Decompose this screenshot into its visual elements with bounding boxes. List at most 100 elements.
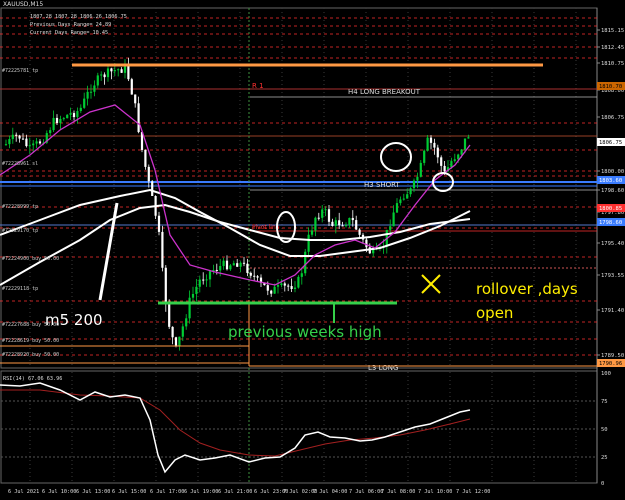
time-label: 6 Jul 15:00 <box>112 489 146 495</box>
candle-body <box>467 137 470 139</box>
candle-body <box>287 285 290 287</box>
candle-body <box>239 262 242 267</box>
candle-body <box>297 276 300 288</box>
candle-body <box>93 85 96 92</box>
trade-label: #72228999 tp <box>2 204 38 210</box>
candle-body <box>389 226 392 230</box>
candle-body <box>433 142 436 148</box>
candle-body <box>460 149 463 155</box>
l3-long-label: L3 LONG <box>368 364 398 372</box>
candle-body <box>304 251 307 274</box>
candle-body <box>208 271 212 280</box>
candle-body <box>174 337 178 346</box>
trade-label: #72224900 buy 50.00 <box>2 256 59 262</box>
candle-body <box>300 273 303 277</box>
candle-body <box>334 220 337 226</box>
candle-body <box>130 79 133 95</box>
time-label: 6 Jul 13:00 <box>76 489 110 495</box>
rollover-label-line1: rollover ,days <box>476 280 578 298</box>
indicator-axis: 100 75 50 25 0 <box>601 371 611 487</box>
candle-body <box>344 225 348 227</box>
candle-body <box>256 276 259 278</box>
candle-body <box>457 154 460 160</box>
candle-body <box>399 199 402 204</box>
candle-body <box>232 263 235 266</box>
h3-short-label: H3 SHORT <box>364 181 401 189</box>
price-badge-label: 1803.60 <box>599 178 622 184</box>
price-label: 1806.75 <box>601 115 624 121</box>
time-label: 6 Jul 2021 <box>8 489 39 495</box>
rsi-axis-label: 100 <box>601 371 611 377</box>
candle-body <box>164 267 167 305</box>
candle-body <box>49 130 52 134</box>
candle-body <box>195 286 198 294</box>
candle-body <box>144 149 147 167</box>
candle-body <box>416 176 419 181</box>
candle-body <box>266 285 269 291</box>
candle-body <box>113 70 116 72</box>
candle-body <box>4 144 8 146</box>
candle-body <box>21 138 25 140</box>
candle-body <box>280 283 283 286</box>
time-label: 7 Jul 04:00 <box>313 489 347 495</box>
candle-body <box>307 234 310 252</box>
candle-body <box>178 336 181 346</box>
candle-body <box>202 279 205 281</box>
candle-body <box>242 262 246 264</box>
candle-body <box>409 188 412 195</box>
candle-body <box>453 159 456 162</box>
symbol-label: XAUUSD,M15 <box>3 1 43 8</box>
price-badges: 1810.70 1806.75 1803.60 1800.85 1798.60 1790.… <box>597 82 625 367</box>
candle-body <box>18 135 21 139</box>
candle-body <box>168 304 171 327</box>
candle-body <box>147 166 150 182</box>
time-label: 6 Jul 17:00 <box>150 489 184 495</box>
candle-body <box>423 150 426 163</box>
trade-label: #72225781 tp <box>2 68 38 74</box>
candle-body <box>406 194 409 199</box>
time-label: 7 Jul 08:00 <box>381 489 415 495</box>
candle-body <box>273 286 276 294</box>
candle-body <box>215 269 218 271</box>
candle-body <box>161 231 164 268</box>
candle-body <box>365 239 368 248</box>
price-axis: 1815.151812.451810.751808.001806.751803.… <box>597 28 624 359</box>
trade-label: #72229118 tp <box>2 286 38 292</box>
candle-body <box>89 91 93 93</box>
candle-body <box>66 114 69 119</box>
candle-body <box>321 209 324 218</box>
price-label: 1812.45 <box>601 45 624 51</box>
time-label: 7 Jul 10:00 <box>418 489 452 495</box>
candle-body <box>11 134 14 140</box>
trade-label: #72228961 sl <box>2 161 38 167</box>
candle-body <box>229 265 232 270</box>
trade-label: #72229170 tp <box>2 228 38 234</box>
price-badge-label: 1790.96 <box>599 361 622 367</box>
candle-body <box>127 64 130 80</box>
candle-body <box>25 138 28 147</box>
candle-body <box>327 209 331 222</box>
candle-body <box>450 161 453 168</box>
candle-body <box>276 285 280 287</box>
candle-body <box>8 139 11 145</box>
candle-body <box>181 326 184 337</box>
previous-weeks-high-label: previous weeks high <box>228 323 382 341</box>
price-label: 1800.00 <box>601 169 624 175</box>
time-label: 6 Jul 19:00 <box>184 489 218 495</box>
price-label: 1791.40 <box>601 308 624 314</box>
candle-body <box>205 279 208 281</box>
candle-body <box>419 162 422 177</box>
candle-body <box>236 263 239 267</box>
candle-body <box>134 94 137 104</box>
candle-body <box>290 286 293 289</box>
candle-body <box>79 107 82 112</box>
candle-body <box>358 229 361 235</box>
candle-body <box>103 74 106 78</box>
candle-body <box>62 118 65 120</box>
candle-body <box>270 290 273 294</box>
candle-body <box>283 283 286 286</box>
candle-body <box>72 113 76 118</box>
trading-chart[interactable]: R 1 H4 LONG BREAKOUT H3 SHORT Pivot line… <box>0 0 625 500</box>
rsi-axis-label: 50 <box>601 427 608 433</box>
trade-label: #72228920 buy 50.00 <box>2 352 59 358</box>
